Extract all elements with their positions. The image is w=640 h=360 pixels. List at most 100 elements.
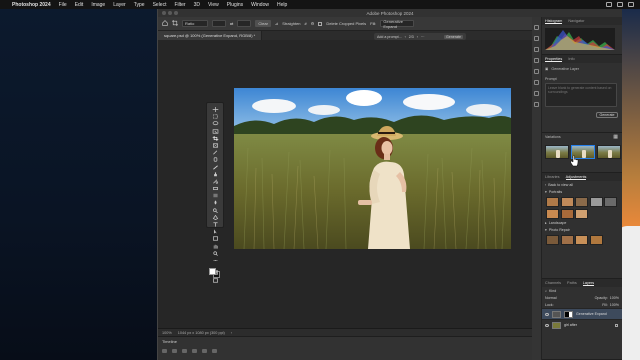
menu-plugins[interactable]: Plugins (227, 2, 243, 8)
battery-icon[interactable] (606, 2, 612, 7)
width-field[interactable] (212, 20, 226, 27)
more-tools-icon[interactable] (212, 258, 219, 263)
zoom-tool-icon[interactable] (212, 251, 219, 256)
menu-select[interactable]: Select (153, 2, 167, 8)
history-brush-tool-icon[interactable] (212, 179, 219, 184)
blend-mode-select[interactable]: Normal (545, 296, 557, 300)
opacity-value[interactable]: 100% (610, 296, 622, 300)
brush-tool-icon[interactable] (212, 164, 219, 170)
landscape-section[interactable]: ▸ Landscape (542, 219, 622, 226)
prev-frame-icon[interactable] (172, 349, 177, 353)
minimize-button[interactable] (168, 11, 172, 15)
menu-type[interactable]: Type (134, 2, 145, 8)
menu-view[interactable]: View (208, 2, 219, 8)
properties-prompt-input[interactable]: Leave blank to generate content based on… (545, 83, 617, 107)
hand-tool-icon[interactable] (212, 244, 219, 249)
visibility-eye-icon[interactable] (545, 312, 549, 316)
close-button[interactable] (162, 11, 166, 15)
crop-tool-icon[interactable] (212, 135, 219, 141)
layer-mask-thumbnail[interactable] (564, 310, 573, 318)
fill-select[interactable]: Generative Expand (380, 19, 415, 29)
visibility-eye-icon[interactable] (545, 323, 549, 327)
next-variation-icon[interactable]: › (417, 35, 418, 39)
lasso-tool-icon[interactable] (212, 121, 219, 126)
back-to-view-all[interactable]: ‹ Back to view all (542, 181, 622, 188)
object-select-tool-icon[interactable] (212, 128, 219, 134)
rectangle-tool-icon[interactable] (212, 236, 219, 241)
menu-app-name[interactable]: Photoshop 2024 (12, 2, 51, 8)
preset-thumb[interactable] (589, 197, 603, 207)
healing-brush-tool-icon[interactable] (212, 157, 219, 162)
menu-layer[interactable]: Layer (113, 2, 126, 8)
home-icon[interactable] (162, 20, 168, 27)
menu-window[interactable]: Window (251, 2, 269, 8)
tab-channels[interactable]: Channels (545, 281, 561, 285)
tab-adjustments[interactable]: Adjustments (565, 175, 587, 180)
preset-thumb[interactable] (546, 197, 559, 207)
settings-gear-icon[interactable]: ⚙ (311, 21, 315, 26)
clear-button[interactable]: Clear (255, 20, 271, 27)
preset-thumb[interactable] (575, 235, 588, 245)
tab-histogram[interactable]: Histogram (545, 19, 563, 24)
settings-icon[interactable] (212, 349, 217, 353)
tab-properties[interactable]: Properties (545, 57, 563, 62)
clone-stamp-tool-icon[interactable] (212, 172, 219, 177)
kind-filter-select[interactable]: Kind (549, 289, 556, 293)
menu-file[interactable]: File (59, 2, 67, 8)
grid-overlay-icon[interactable]: # (305, 21, 307, 26)
menu-3d[interactable]: 3D (194, 2, 200, 8)
canvas-area[interactable] (158, 40, 532, 328)
pen-tool-icon[interactable] (212, 214, 219, 220)
brushes-icon[interactable] (534, 47, 539, 52)
straighten-icon[interactable]: ⊿ (275, 21, 278, 26)
delete-pixels-checkbox[interactable] (318, 21, 323, 26)
tab-libraries[interactable]: Libraries (545, 175, 560, 179)
fill-value[interactable]: 100% (610, 303, 622, 307)
menu-image[interactable]: Image (91, 2, 105, 8)
play-icon[interactable] (182, 349, 187, 353)
status-arrow-icon[interactable]: › (231, 331, 232, 335)
variation-thumb-3[interactable] (597, 145, 621, 159)
path-select-tool-icon[interactable] (212, 229, 219, 234)
blur-tool-icon[interactable] (212, 200, 219, 206)
tab-navigator[interactable]: Navigator (568, 19, 584, 23)
preset-thumb[interactable] (560, 235, 574, 245)
next-frame-icon[interactable] (192, 349, 197, 353)
styles-icon[interactable] (534, 69, 539, 74)
height-field[interactable] (237, 20, 252, 27)
frame-tool-icon[interactable] (212, 143, 219, 148)
preset-thumb[interactable] (589, 235, 603, 245)
character-icon[interactable] (534, 91, 539, 96)
gradient-tool-icon[interactable] (212, 193, 219, 198)
actions-icon[interactable] (534, 58, 539, 63)
screen-mode-icon[interactable] (212, 277, 219, 283)
layer-lock-icon[interactable] (615, 323, 618, 327)
document-tab[interactable]: square.psd @ 100% (Generative Expand, RG… (158, 31, 263, 40)
preset-thumb[interactable] (546, 209, 559, 219)
tab-info[interactable]: Info (568, 57, 574, 61)
document-size[interactable]: 1044 px x 1080 px (300 ppi) (178, 331, 225, 335)
paragraph-icon[interactable] (534, 102, 539, 107)
tab-paths[interactable]: Paths (567, 281, 577, 285)
more-options-icon[interactable]: ⋯ (421, 35, 425, 39)
type-tool-icon[interactable] (212, 222, 219, 227)
wifi-icon[interactable] (617, 2, 623, 7)
preset-thumb[interactable] (560, 197, 574, 207)
preset-thumb[interactable] (546, 235, 559, 245)
history-icon[interactable] (534, 25, 539, 30)
preset-thumb[interactable] (575, 209, 588, 219)
audio-icon[interactable] (202, 349, 207, 353)
dodge-tool-icon[interactable] (212, 208, 219, 213)
tab-layers[interactable]: Layers (582, 281, 595, 286)
layer-row[interactable]: girl after (542, 319, 622, 330)
eyedropper-tool-icon[interactable] (212, 150, 219, 155)
first-frame-icon[interactable] (162, 349, 167, 353)
grid-view-icon[interactable]: ▦ (613, 134, 618, 140)
properties-generate-button[interactable]: Generate (596, 112, 618, 118)
move-tool-icon[interactable] (212, 107, 219, 112)
portraits-section[interactable]: ▾ Portraits (542, 188, 622, 195)
swatches-icon[interactable] (534, 80, 539, 85)
variation-thumb-1[interactable] (545, 145, 569, 159)
menu-help[interactable]: Help (277, 2, 287, 8)
search-icon[interactable] (628, 2, 634, 7)
